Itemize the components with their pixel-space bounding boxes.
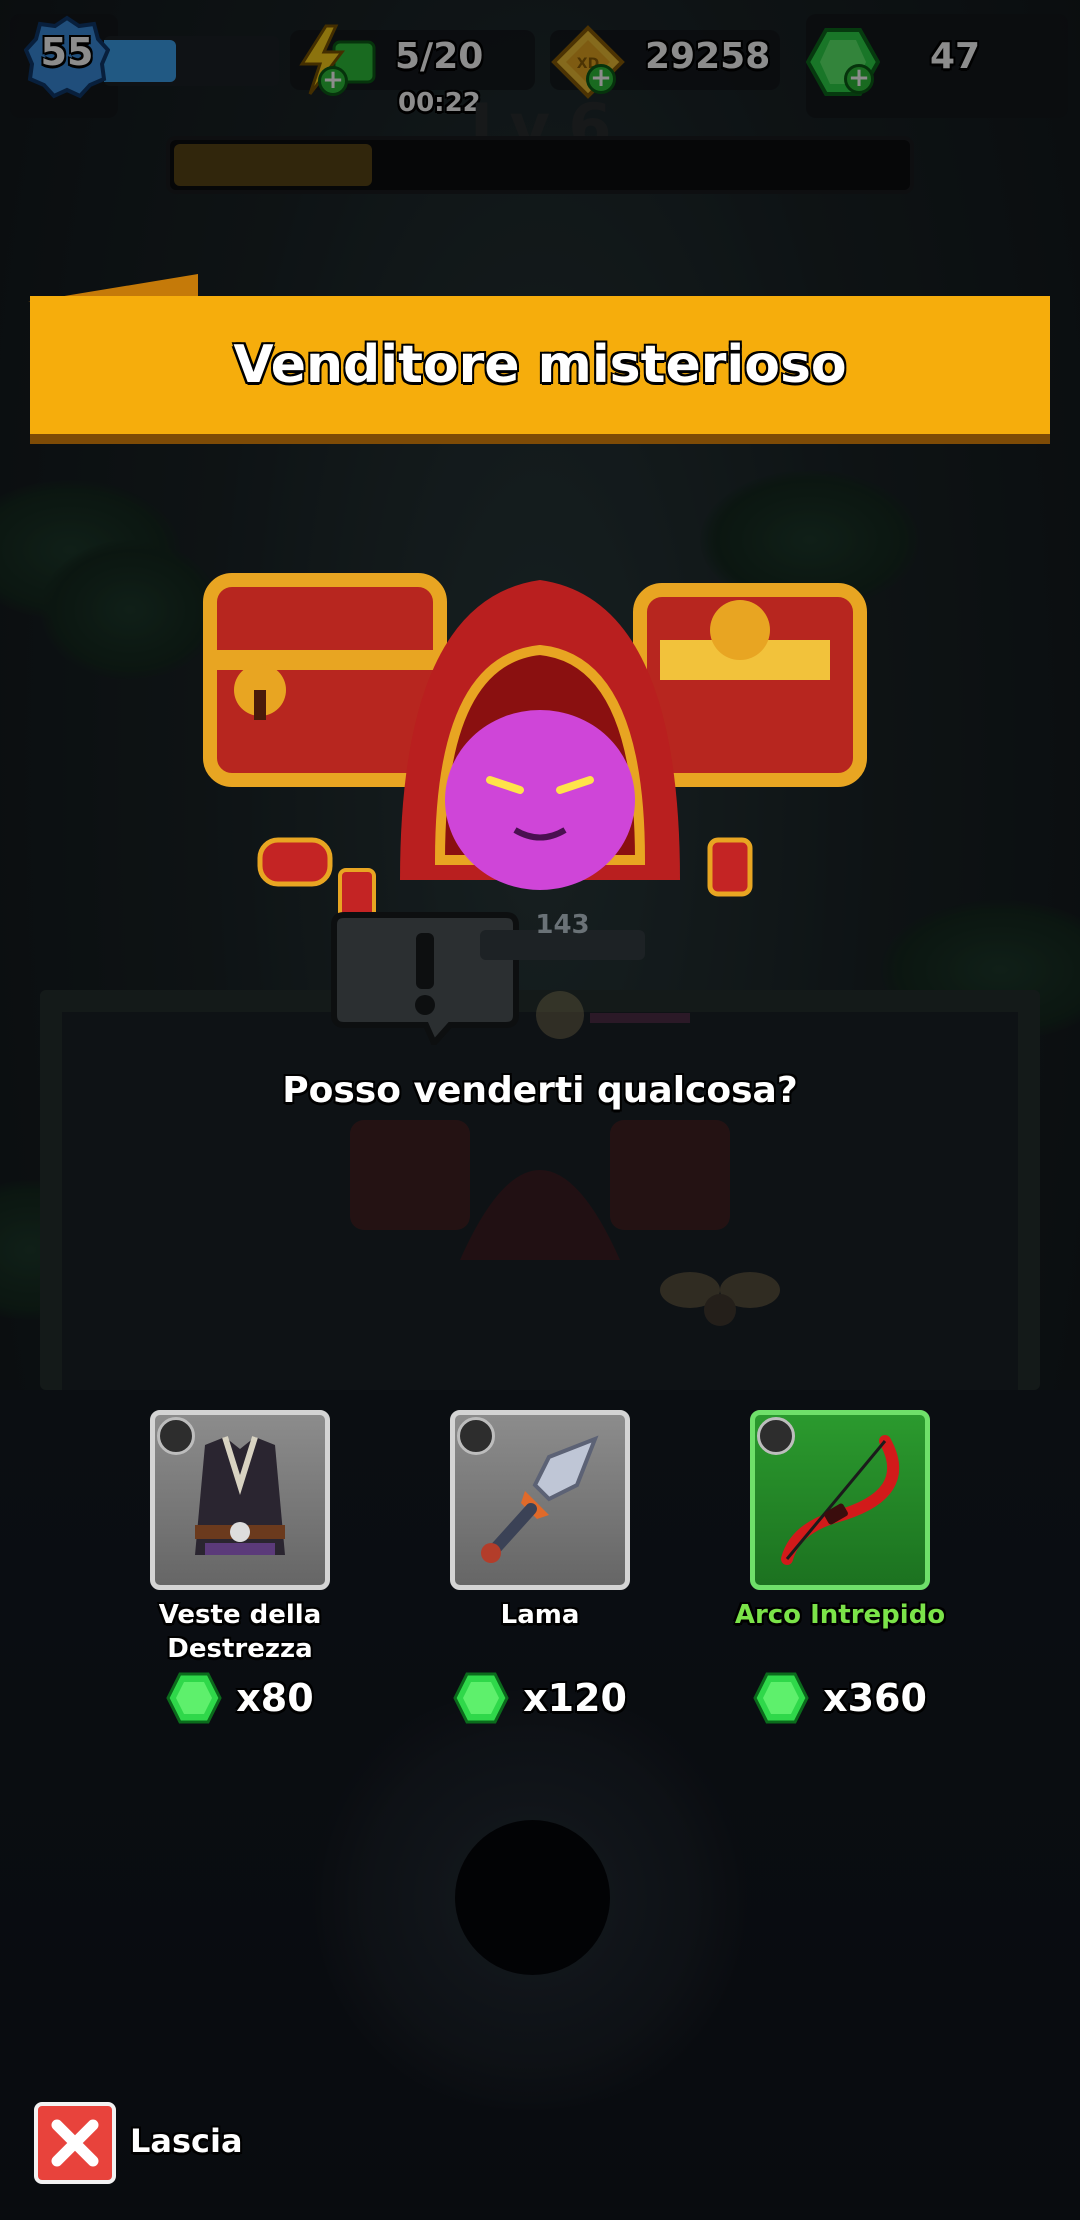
weapon-slot-icon [757, 1417, 795, 1455]
item-card[interactable] [150, 1410, 330, 1590]
merchant-question: Posso venderti qualcosa? [282, 1070, 798, 1111]
gem-icon [166, 1672, 222, 1724]
mysterious-merchant-art [203, 573, 867, 922]
dialog-title: Venditore misterioso [233, 335, 847, 395]
weapon-slot-icon [457, 1417, 495, 1455]
price-value: x80 [236, 1676, 314, 1720]
close-icon [51, 2119, 99, 2167]
gem-icon [453, 1672, 509, 1724]
item-price[interactable]: x360 [690, 1672, 990, 1724]
merchant-hp-value: 143 [535, 910, 590, 940]
shop-item-blade[interactable]: Lama x120 [390, 1410, 690, 1724]
item-name: Lama [500, 1600, 580, 1630]
item-price[interactable]: x80 [90, 1672, 390, 1724]
price-value: x120 [523, 1676, 627, 1720]
shop-item-robe[interactable]: Veste della Destrezza x80 [90, 1410, 390, 1724]
item-name: Veste della Destrezza [158, 1600, 322, 1664]
leave-label[interactable]: Lascia [130, 2122, 243, 2160]
item-price[interactable]: x120 [390, 1672, 690, 1724]
armor-slot-icon [157, 1417, 195, 1455]
gem-icon [753, 1672, 809, 1724]
item-name: Arco Intrepido [734, 1600, 946, 1630]
title-banner: Venditore misterioso [30, 296, 1050, 434]
item-card[interactable] [450, 1410, 630, 1590]
shop-item-bow[interactable]: Arco Intrepido x360 [690, 1410, 990, 1724]
item-card[interactable] [750, 1410, 930, 1590]
price-value: x360 [823, 1676, 927, 1720]
leave-button[interactable] [34, 2102, 116, 2184]
